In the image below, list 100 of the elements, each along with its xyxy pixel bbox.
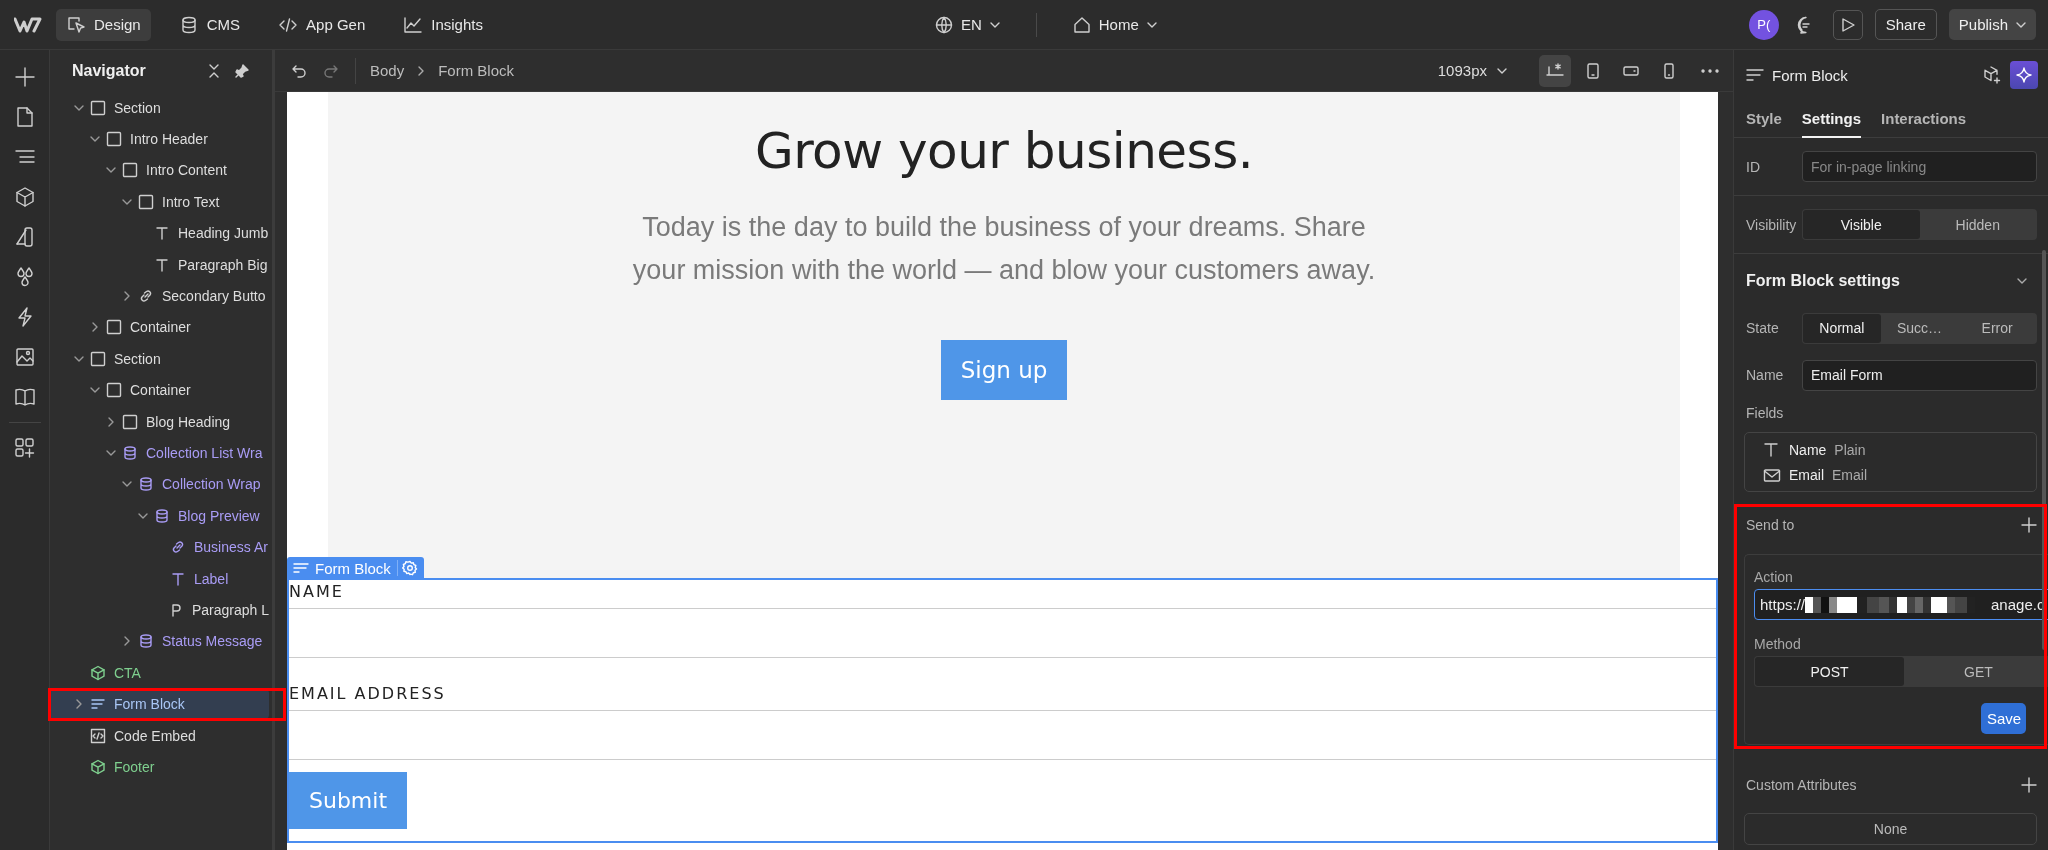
cube-icon — [90, 758, 106, 775]
width-dropdown[interactable]: 1093px — [1431, 61, 1513, 80]
navigator-item[interactable]: Collection Wrap — [50, 468, 269, 501]
action-url-field[interactable]: https:// anage.c — [1754, 589, 2048, 620]
navigator-item[interactable]: Section — [50, 92, 269, 124]
navigator-item[interactable]: Blog Preview — [50, 500, 269, 532]
navigator-item[interactable]: Code Embed — [50, 719, 269, 752]
chevron-right-icon[interactable] — [76, 699, 82, 710]
style-icon[interactable] — [13, 226, 36, 248]
text-icon — [170, 570, 186, 587]
box-icon — [90, 99, 106, 116]
globe-icon — [934, 15, 953, 34]
field-item[interactable]: Name Plain — [1745, 437, 2036, 462]
mode-tab[interactable]: Insights — [393, 8, 493, 41]
publish-button[interactable]: Publish — [1948, 9, 2036, 40]
add-icon[interactable] — [2021, 777, 2037, 793]
chevron-right-icon[interactable] — [108, 416, 114, 427]
cube-icon[interactable] — [13, 186, 36, 208]
navigator-item[interactable]: Heading Jumb — [50, 217, 269, 249]
box-icon — [106, 131, 122, 148]
chevron-down-icon[interactable] — [122, 198, 132, 205]
empty-attributes: None — [1744, 813, 2037, 845]
language-dropdown[interactable]: EN — [928, 14, 1006, 35]
image-icon[interactable] — [13, 346, 36, 368]
segment-option[interactable]: Succ… — [1880, 313, 1959, 343]
navigator-item[interactable]: Status Message — [50, 625, 269, 658]
chevron-down-icon — [989, 21, 1000, 28]
segment-option[interactable]: Error — [1958, 313, 2036, 343]
panel-tab[interactable]: Style — [1746, 100, 1782, 138]
navigator-item[interactable]: Collection List Wra — [50, 437, 269, 469]
text-icon — [154, 256, 170, 273]
segment-option[interactable]: Hidden — [1919, 210, 2036, 239]
navigator-item[interactable]: Business Ar — [50, 531, 269, 563]
add-icon[interactable] — [2021, 517, 2037, 533]
chevron-down-icon — [1497, 67, 1507, 74]
segment-option[interactable]: Normal — [1803, 313, 1881, 343]
navigator-item[interactable]: Container — [50, 374, 269, 406]
segment-option[interactable]: GET — [1904, 657, 2048, 686]
logo-icon — [14, 15, 42, 34]
navigator-item[interactable]: Intro Header — [50, 123, 269, 155]
chevron-down-icon[interactable] — [138, 512, 148, 519]
chevron-down-icon[interactable] — [106, 450, 116, 456]
navigator-item[interactable]: Footer — [50, 751, 269, 783]
pin-icon[interactable] — [234, 63, 250, 79]
chevron-down-icon[interactable] — [2017, 278, 2027, 284]
name-field[interactable]: Email Form — [1802, 359, 2037, 391]
chevron-right-icon[interactable] — [92, 322, 98, 333]
settings-icon[interactable] — [401, 560, 418, 576]
chevron-down-icon[interactable] — [106, 167, 116, 174]
chevron-down-icon[interactable] — [74, 355, 84, 362]
navigator-item[interactable]: CTA — [50, 657, 269, 689]
text-input[interactable] — [289, 710, 1716, 760]
segment-option[interactable]: Visible — [1803, 210, 1920, 239]
chevron-down-icon[interactable] — [122, 481, 132, 488]
panel-tab[interactable]: Interactions — [1881, 100, 1967, 138]
link-icon — [138, 288, 154, 305]
chevron-down-icon[interactable] — [90, 136, 100, 143]
form-icon — [293, 561, 309, 575]
save-button[interactable]: Save — [1981, 703, 2026, 734]
tablet-icon — [1584, 61, 1602, 80]
chevron-right-icon[interactable] — [124, 636, 130, 647]
navigator-item[interactable]: Intro Content — [50, 154, 269, 187]
breadcrumb-link[interactable]: Form Block — [438, 62, 515, 79]
breadcrumb-link[interactable]: Body — [370, 62, 405, 79]
link-icon — [170, 539, 186, 556]
user-avatar[interactable]: P( — [1748, 9, 1779, 40]
navigator-item[interactable]: Paragraph L — [50, 594, 269, 626]
navigator-item[interactable]: Label — [50, 562, 269, 595]
id-field[interactable]: For in-page linking — [1802, 151, 2037, 182]
apps-icon[interactable] — [13, 437, 36, 459]
chevron-right-icon[interactable] — [124, 291, 130, 302]
navigator-item[interactable]: Container — [50, 311, 269, 344]
breakpoint-button[interactable] — [1539, 54, 1571, 87]
mode-tab[interactable]: Design — [56, 8, 151, 41]
panel-tab[interactable]: Settings — [1801, 100, 1862, 138]
hero-heading: Grow your business. — [754, 122, 1254, 180]
cube-add-icon[interactable] — [1982, 65, 2002, 85]
navigator-item[interactable]: Paragraph Big — [50, 248, 269, 281]
chevron-right-icon — [418, 65, 425, 76]
chevron-down-icon[interactable] — [74, 104, 84, 111]
book-icon[interactable] — [13, 386, 36, 408]
navigator-item[interactable]: Secondary Butto — [50, 280, 269, 312]
field-item[interactable]: Email Email — [1745, 462, 2036, 487]
navigator-item[interactable]: Blog Heading — [50, 405, 269, 438]
page-dropdown[interactable]: Home — [1066, 14, 1163, 35]
database-icon — [138, 476, 154, 493]
text-input[interactable] — [289, 608, 1716, 658]
chevron-down-icon[interactable] — [90, 387, 100, 394]
share-button[interactable]: Share — [1874, 9, 1937, 40]
more-icon[interactable] — [1701, 68, 1719, 73]
segment-option[interactable]: POST — [1755, 657, 1904, 686]
collapse-icon[interactable] — [208, 63, 220, 79]
navigator-item[interactable]: Intro Text — [50, 186, 269, 218]
add-icon[interactable] — [13, 66, 36, 88]
navigator-item[interactable]: Section — [50, 343, 269, 375]
preview-button[interactable] — [1832, 9, 1863, 40]
ai-assistant-button[interactable] — [2010, 61, 2038, 89]
line-chart-icon — [403, 14, 424, 35]
mode-tab[interactable]: App Gen — [268, 8, 376, 41]
mode-tab[interactable]: CMS — [168, 8, 251, 41]
